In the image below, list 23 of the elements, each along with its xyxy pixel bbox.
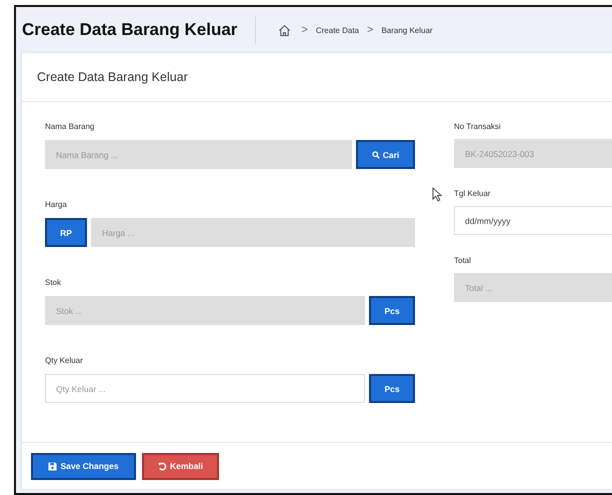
field-label: Harga: [45, 200, 68, 209]
save-button[interactable]: Save Changes: [31, 452, 136, 480]
card-title: Create Data Barang Keluar: [37, 70, 188, 84]
breadcrumb-link[interactable]: Barang Keluar: [381, 26, 433, 34]
back-button[interactable]: Kembali: [142, 452, 219, 480]
input-field[interactable]: dd/mm/yyyy: [454, 206, 612, 235]
undo-icon: [158, 462, 167, 470]
floppy-icon: [48, 462, 58, 470]
search-icon: [372, 150, 380, 158]
breadcrumb-separator: >: [367, 24, 374, 36]
field-label: Stok: [45, 278, 62, 287]
breadcrumb-link[interactable]: Create Data: [316, 26, 359, 34]
cursor-icon: [432, 187, 443, 202]
breadcrumb-separator: >: [301, 24, 308, 36]
field-label: Total: [454, 256, 472, 265]
field-label: Tgl Keluar: [454, 189, 492, 198]
home-icon[interactable]: [278, 24, 292, 36]
field-label: No Transaksi: [454, 122, 502, 131]
input-field[interactable]: Qty Keluar ...: [45, 374, 365, 403]
unit-button[interactable]: Pcs: [369, 374, 415, 403]
field-label: Nama Barang: [45, 122, 96, 131]
field-label: Qty Keluar: [45, 356, 84, 365]
page-title: Create Data Barang Keluar: [22, 20, 238, 40]
